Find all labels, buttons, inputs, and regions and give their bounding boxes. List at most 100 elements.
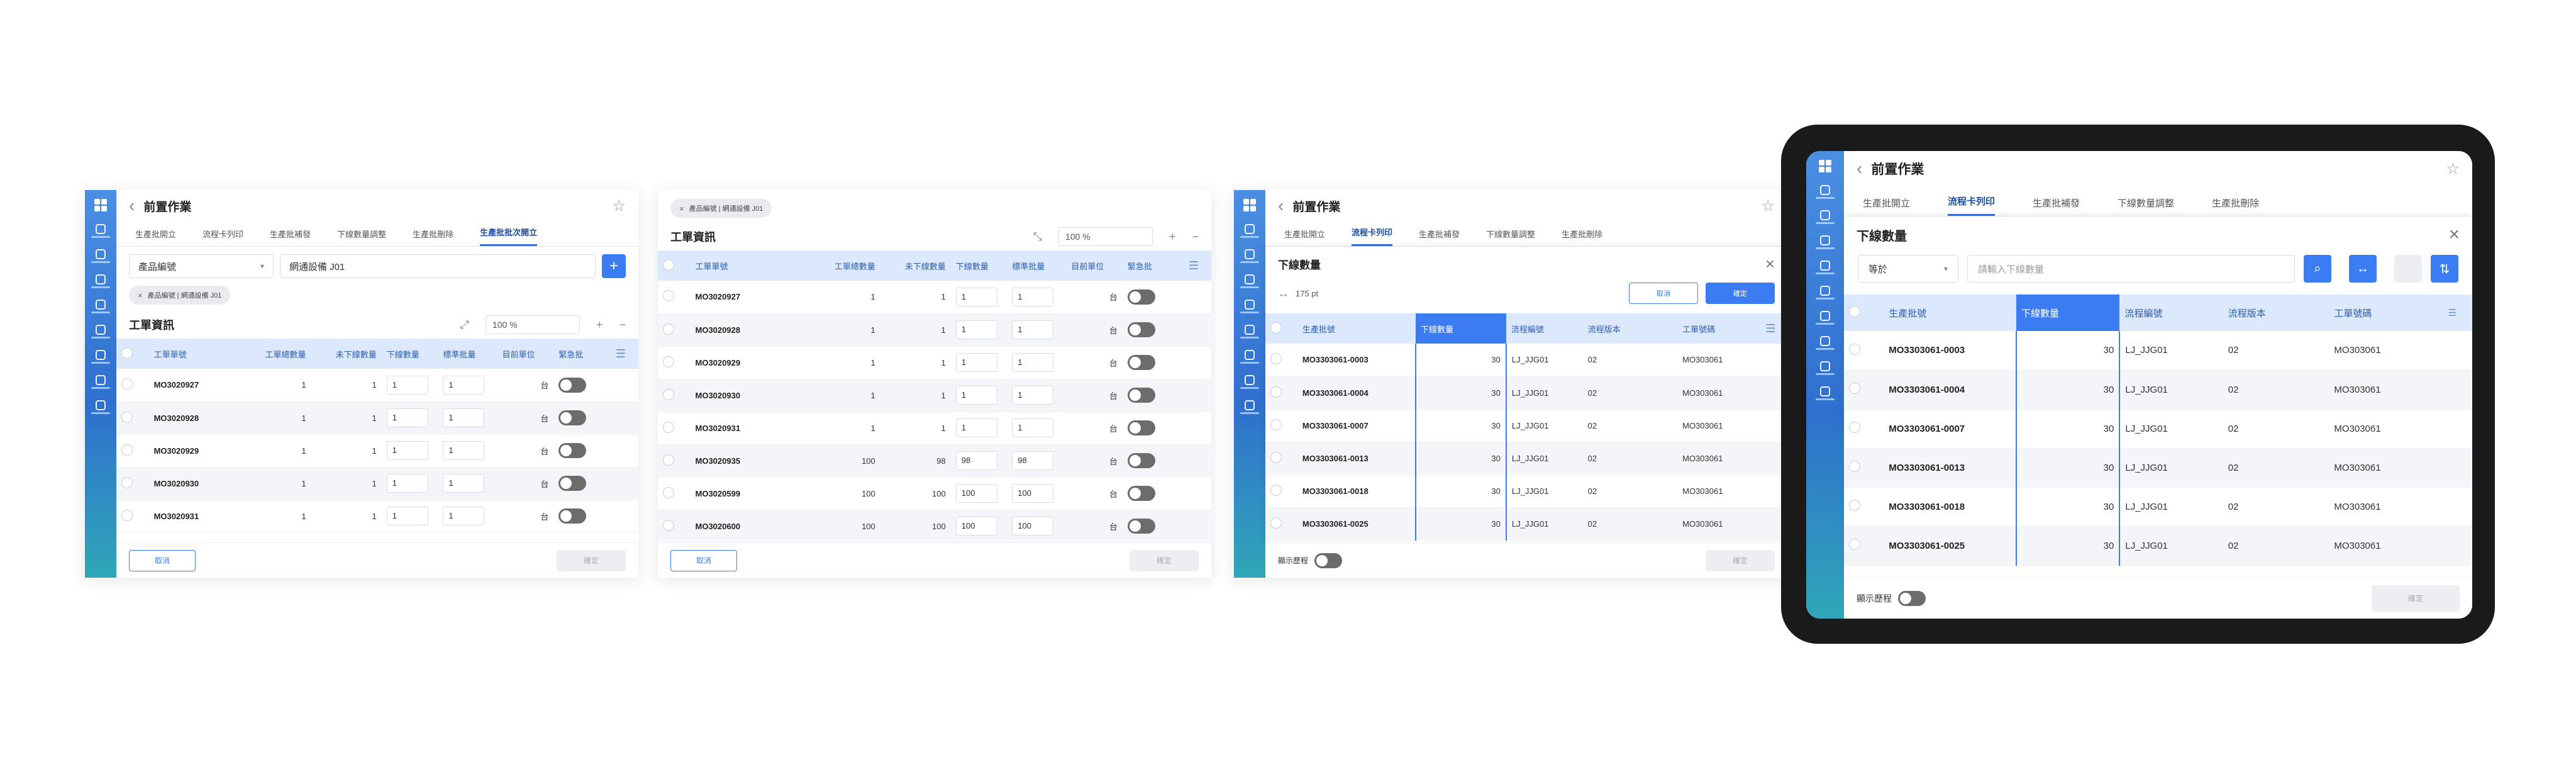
row-radio[interactable] [121, 378, 133, 390]
sidebar-item[interactable] [1816, 210, 1835, 224]
row-select[interactable] [658, 313, 691, 347]
row-select[interactable] [116, 401, 149, 435]
urgent-toggle[interactable] [558, 377, 587, 393]
hamburger-icon[interactable]: ☰ [1175, 250, 1211, 281]
sidebar-item[interactable] [1816, 185, 1835, 199]
qty-input[interactable]: 1 [443, 441, 485, 460]
select-all-header[interactable] [658, 250, 691, 281]
qty-input[interactable]: 1 [1012, 418, 1054, 437]
row-select[interactable] [116, 369, 149, 402]
row-radio[interactable] [121, 476, 133, 488]
add-filter-button[interactable]: + [602, 254, 626, 278]
row-select[interactable] [1844, 526, 1884, 566]
column-width-button[interactable]: ↔ [2349, 255, 2377, 283]
sidebar-item[interactable] [1816, 386, 1835, 400]
blank-button[interactable] [2394, 255, 2422, 283]
tab-lot-create[interactable]: 生產批開立 [1284, 228, 1325, 246]
zoom-out-icon[interactable]: − [1192, 230, 1199, 244]
qty-input[interactable]: 1 [386, 375, 428, 395]
qty-input[interactable]: 1 [955, 353, 997, 372]
row-select[interactable] [1265, 507, 1297, 541]
qty-input[interactable]: 1 [1012, 386, 1054, 405]
tab-lot-create[interactable]: 生產批開立 [135, 228, 176, 246]
filter-value-input[interactable]: 網通設備 J01 [280, 254, 596, 278]
urgent-toggle[interactable] [1127, 289, 1155, 305]
sidebar-item[interactable] [1240, 249, 1259, 263]
tab-lot-delete[interactable]: 生產批刪除 [2212, 196, 2259, 216]
tab-qty-adjust[interactable]: 下線數量調整 [337, 228, 386, 246]
cell-release-qty[interactable]: 30 [1415, 376, 1507, 410]
table-row[interactable]: MO3020930 1 1 1 1 台 [658, 379, 1211, 412]
row-select[interactable] [1844, 487, 1884, 527]
table-row[interactable]: MO3303061-0003 30 LJ_JJG01 02 MO303061 [1844, 331, 2472, 371]
qty-input[interactable]: 1 [1012, 287, 1054, 306]
close-icon[interactable]: × [2448, 224, 2460, 245]
sidebar-item[interactable] [1816, 261, 1835, 274]
urgent-toggle[interactable] [1127, 388, 1155, 403]
confirm-button[interactable]: 確定 [557, 549, 626, 571]
tab-lot-create[interactable]: 生產批開立 [1863, 196, 1910, 216]
sidebar-item[interactable] [1240, 300, 1259, 313]
sidebar-item[interactable] [1816, 361, 1835, 375]
row-radio[interactable] [1849, 539, 1860, 550]
row-select[interactable] [116, 467, 149, 500]
row-radio[interactable] [1270, 353, 1282, 365]
qty-input[interactable]: 1 [955, 418, 997, 437]
row-radio[interactable] [663, 388, 674, 400]
qty-input[interactable]: 1 [386, 507, 428, 525]
qty-input[interactable]: 98 [1012, 451, 1054, 470]
table-row[interactable]: MO3303061-0004 30 LJ_JJG01 02 MO303061 [1265, 376, 1787, 410]
qty-input[interactable]: 98 [955, 451, 997, 470]
sidebar-item[interactable] [1240, 350, 1259, 364]
history-toggle[interactable] [1314, 553, 1343, 568]
row-radio[interactable] [1849, 343, 1860, 355]
zoom-out-icon[interactable]: − [619, 318, 626, 332]
qty-input[interactable]: 1 [386, 474, 428, 493]
collapse-icon[interactable]: ⤡ [1033, 230, 1042, 244]
row-select[interactable] [116, 500, 149, 533]
sort-button[interactable]: ⇅ [2431, 255, 2458, 283]
sidebar-item[interactable] [91, 325, 110, 339]
sidebar-item[interactable] [91, 300, 110, 313]
confirm-button[interactable]: 確定 [1706, 283, 1775, 304]
row-select[interactable] [658, 444, 691, 478]
row-radio[interactable] [663, 519, 674, 531]
sidebar-item[interactable] [1240, 274, 1259, 288]
qty-input[interactable]: 1 [1012, 353, 1054, 372]
table-row[interactable]: MO3020930 1 1 1 1 台 [116, 467, 638, 500]
confirm-button[interactable]: 確定 [2372, 585, 2460, 612]
tab-qty-adjust[interactable]: 下線數量調整 [1486, 228, 1535, 246]
table-row[interactable]: MO3303061-0013 30 LJ_JJG01 02 MO303061 [1844, 448, 2472, 488]
sidebar-item[interactable] [1240, 224, 1259, 238]
row-radio[interactable] [1270, 517, 1282, 529]
chevron-left-icon[interactable]: ‹ [129, 197, 135, 215]
row-radio[interactable] [1849, 500, 1860, 511]
qty-input[interactable]: 1 [955, 386, 997, 405]
tab-lot-batch-create[interactable]: 生產批批次開立 [480, 226, 538, 246]
qty-input[interactable]: 1 [955, 287, 997, 306]
table-row[interactable]: MO3020599 100 100 100 100 台 [658, 477, 1211, 510]
qty-input[interactable]: 1 [386, 408, 428, 427]
qty-input[interactable]: 1 [955, 320, 997, 339]
sidebar-item[interactable] [1240, 400, 1259, 414]
cancel-button[interactable]: 取消 [670, 549, 738, 571]
qty-input[interactable]: 100 [1012, 484, 1054, 503]
row-radio[interactable] [121, 444, 133, 456]
cell-release-qty[interactable]: 30 [1415, 409, 1507, 442]
col-header-selected[interactable]: 下線數量 [1416, 313, 1506, 344]
zoom-input[interactable]: 100 % [485, 315, 580, 334]
row-select[interactable] [1265, 409, 1297, 442]
qty-input[interactable]: 1 [443, 507, 485, 525]
tab-card-print[interactable]: 流程卡列印 [1948, 194, 1996, 216]
row-select[interactable] [1265, 376, 1297, 410]
cancel-button[interactable]: 取消 [1629, 283, 1698, 304]
tab-lot-delete[interactable]: 生產批刪除 [1562, 228, 1602, 246]
table-row[interactable]: MO3303061-0013 30 LJ_JJG01 02 MO303061 [1265, 442, 1787, 475]
row-select[interactable] [1844, 370, 1884, 410]
row-select[interactable] [1265, 344, 1297, 377]
sidebar-item[interactable] [1240, 325, 1259, 339]
row-radio[interactable] [663, 323, 674, 335]
star-icon[interactable]: ☆ [1761, 197, 1775, 215]
star-icon[interactable]: ☆ [612, 197, 626, 215]
chevron-left-icon[interactable]: ‹ [1278, 197, 1284, 215]
